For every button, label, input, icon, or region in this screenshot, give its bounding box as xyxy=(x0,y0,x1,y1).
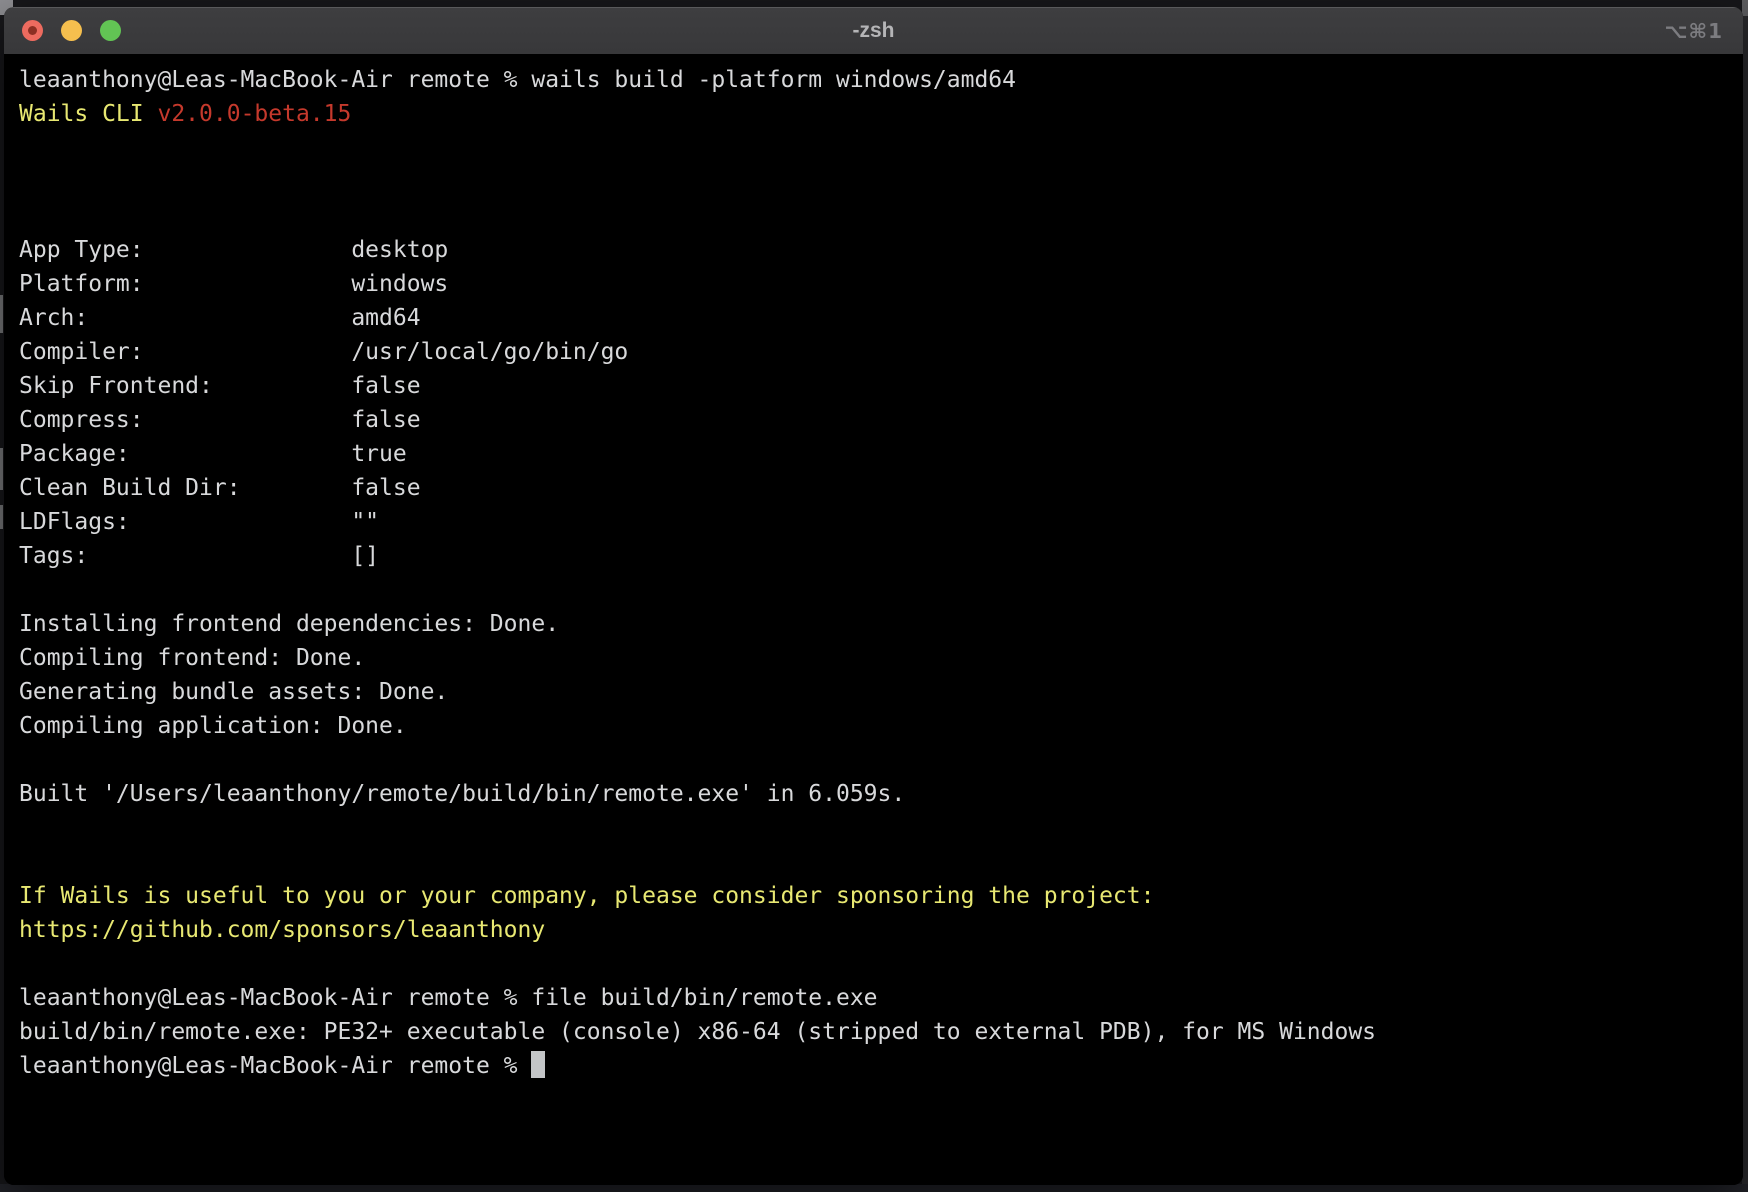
terminal-line: Compiling application: Done. xyxy=(19,709,1743,743)
window-title: -zsh xyxy=(4,19,1743,43)
terminal-line: Package: true xyxy=(19,437,1743,471)
zoom-button[interactable] xyxy=(100,20,121,41)
terminal-line xyxy=(19,165,1743,199)
terminal-line: Compiling frontend: Done. xyxy=(19,641,1743,675)
terminal-line: https://github.com/sponsors/leaanthony xyxy=(19,913,1743,947)
terminal-line: Compiler: /usr/local/go/bin/go xyxy=(19,335,1743,369)
keyboard-shortcut-badge: ⌥⌘1 xyxy=(1664,7,1723,54)
terminal-line: leaanthony@Leas-MacBook-Air remote % wai… xyxy=(19,63,1743,97)
terminal-line xyxy=(19,845,1743,879)
terminal-content[interactable]: leaanthony@Leas-MacBook-Air remote % wai… xyxy=(4,55,1743,1185)
terminal-line: Tags: [] xyxy=(19,539,1743,573)
terminal-line: Skip Frontend: false xyxy=(19,369,1743,403)
terminal-line: Platform: windows xyxy=(19,267,1743,301)
background-bottom-strip xyxy=(0,1184,1748,1192)
close-button[interactable] xyxy=(22,20,43,41)
terminal-line xyxy=(19,947,1743,981)
background-edge-mark xyxy=(0,505,3,529)
terminal-window: -zsh ⌥⌘1 leaanthony@Leas-MacBook-Air rem… xyxy=(4,7,1743,1185)
terminal-line: LDFlags: "" xyxy=(19,505,1743,539)
terminal-line: leaanthony@Leas-MacBook-Air remote % fil… xyxy=(19,981,1743,1015)
terminal-line: Installing frontend dependencies: Done. xyxy=(19,607,1743,641)
minimize-button[interactable] xyxy=(61,20,82,41)
terminal-line: leaanthony@Leas-MacBook-Air remote % xyxy=(19,1049,1743,1083)
terminal-line xyxy=(19,743,1743,777)
terminal-line xyxy=(19,573,1743,607)
traffic-light-buttons xyxy=(4,20,121,41)
terminal-line xyxy=(19,131,1743,165)
background-edge-mark xyxy=(0,448,3,490)
terminal-line xyxy=(19,811,1743,845)
terminal-line: build/bin/remote.exe: PE32+ executable (… xyxy=(19,1015,1743,1049)
window-titlebar[interactable]: -zsh ⌥⌘1 xyxy=(4,7,1743,55)
background-edge-mark xyxy=(0,295,3,333)
terminal-line: Clean Build Dir: false xyxy=(19,471,1743,505)
text-cursor xyxy=(531,1051,545,1078)
terminal-line: Wails CLI v2.0.0-beta.15 xyxy=(19,97,1743,131)
terminal-line: If Wails is useful to you or your compan… xyxy=(19,879,1743,913)
terminal-line: Compress: false xyxy=(19,403,1743,437)
terminal-line: App Type: desktop xyxy=(19,233,1743,267)
terminal-line xyxy=(19,199,1743,233)
terminal-line: Built '/Users/leaanthony/remote/build/bi… xyxy=(19,777,1743,811)
terminal-line: Arch: amd64 xyxy=(19,301,1743,335)
terminal-line: Generating bundle assets: Done. xyxy=(19,675,1743,709)
unsaved-dot-icon xyxy=(28,26,37,35)
